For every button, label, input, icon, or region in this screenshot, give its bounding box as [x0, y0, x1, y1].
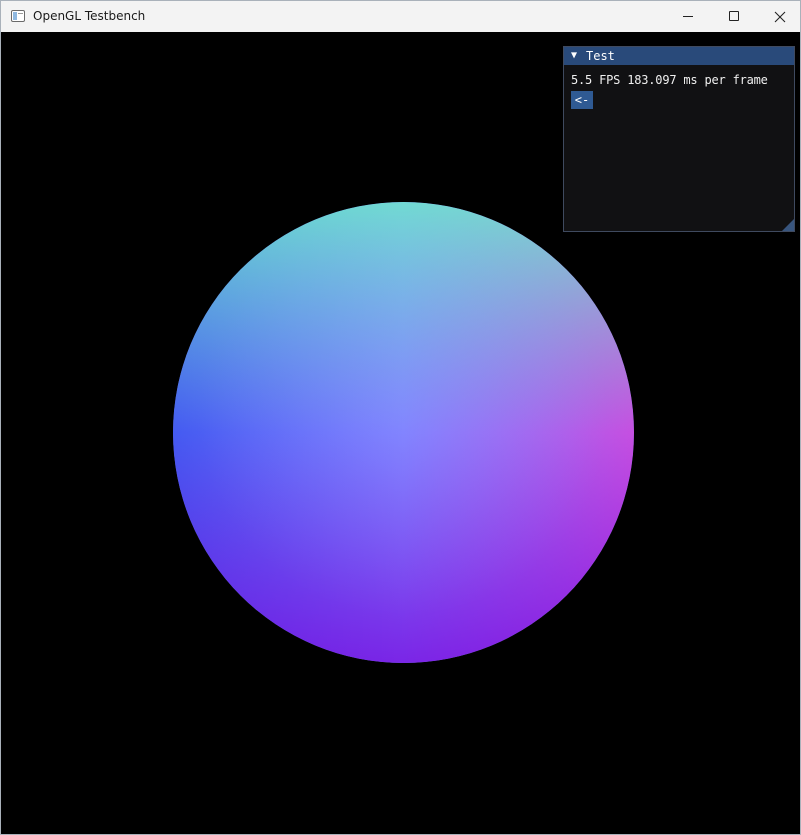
normal-shaded-sphere: [173, 202, 634, 663]
collapse-arrow-icon[interactable]: ▼: [571, 50, 577, 61]
gl-viewport[interactable]: ▼ Test 5.5 FPS 183.097 ms per frame <-: [2, 32, 800, 834]
minimize-button[interactable]: [665, 1, 711, 32]
minimize-icon: [683, 16, 693, 17]
window-title: OpenGL Testbench: [33, 9, 146, 23]
close-button[interactable]: [757, 1, 801, 32]
maximize-button[interactable]: [711, 1, 757, 32]
app-icon: [11, 10, 25, 22]
app-window: OpenGL Testbench ▼ Test 5.5 FPS 183.097 …: [0, 0, 801, 835]
fps-readout: 5.5 FPS 183.097 ms per frame: [571, 73, 768, 87]
close-icon: [774, 11, 786, 23]
resize-grip-icon[interactable]: [782, 219, 794, 231]
sphere-highlight: [173, 202, 634, 663]
maximize-icon: [729, 11, 739, 21]
debug-panel[interactable]: ▼ Test 5.5 FPS 183.097 ms per frame <-: [563, 46, 795, 232]
debug-panel-title-bar[interactable]: ▼ Test: [564, 47, 794, 65]
debug-panel-title: Test: [586, 49, 615, 63]
back-button[interactable]: <-: [571, 91, 593, 109]
title-bar[interactable]: OpenGL Testbench: [1, 1, 800, 32]
